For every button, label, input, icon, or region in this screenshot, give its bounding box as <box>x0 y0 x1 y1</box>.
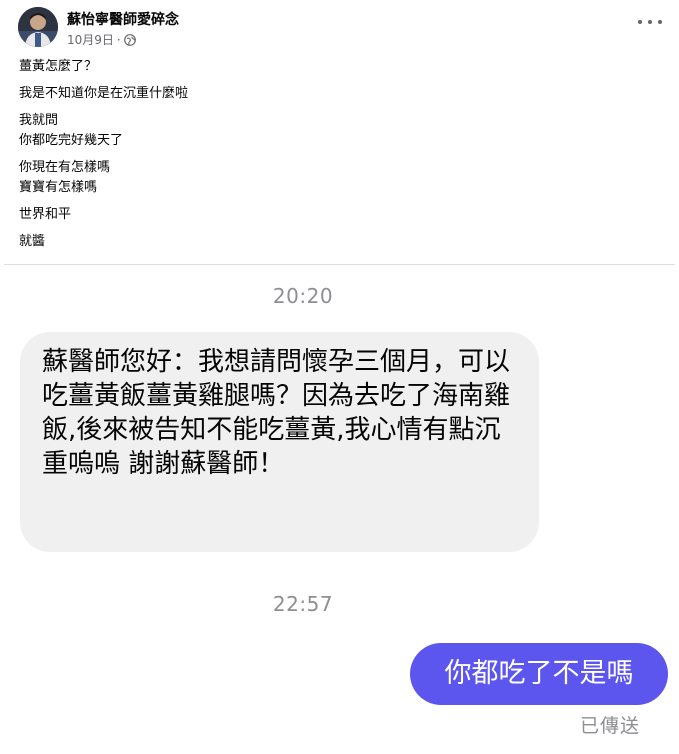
post-author-name[interactable]: 蘇怡寧醫師愛碎念 <box>67 9 179 29</box>
post-line: 就醬 <box>19 234 46 249</box>
post-date[interactable]: 10月9日 <box>67 31 114 48</box>
meta-separator: · <box>116 32 121 47</box>
chat-timestamp: 20:20 <box>272 284 334 308</box>
post-line: 你都吃完好幾天了 <box>19 133 124 148</box>
facebook-post: 蘇怡寧醫師愛碎念 10月9日 · 薑黃怎麼了？ 我是不知道你是在沉重什麼啦 我就… <box>4 0 675 265</box>
screenshot-page: 蘇怡寧醫師愛碎念 10月9日 · 薑黃怎麼了？ 我是不知道你是在沉重什麼啦 我就… <box>0 0 679 754</box>
outgoing-message-bubble: 你都吃了不是嗎 <box>410 643 668 705</box>
incoming-message-bubble: 蘇醫師您好：我想請問懷孕三個月，可以吃薑黃飯薑黃雞腿嗎？因為去吃了海南雞飯,後來… <box>20 332 539 552</box>
post-paragraph: 就醬 <box>19 232 663 252</box>
post-line: 你現在有怎樣嗎 <box>19 160 111 175</box>
post-paragraph: 我就問 你都吃完好幾天了 <box>19 111 663 151</box>
post-line: 世界和平 <box>19 207 72 222</box>
post-meta: 10月9日 · <box>67 31 136 48</box>
avatar-image <box>18 7 58 47</box>
post-paragraph: 我是不知道你是在沉重什麼啦 <box>19 84 663 104</box>
author-avatar[interactable] <box>18 7 58 47</box>
sent-status-label: 已傳送 <box>580 715 641 737</box>
post-line: 我是不知道你是在沉重什麼啦 <box>19 86 189 101</box>
post-paragraph: 薑黃怎麼了？ <box>19 57 663 77</box>
post-line: 薑黃怎麼了？ <box>19 59 98 74</box>
more-options-icon[interactable] <box>638 12 662 32</box>
chat-timestamp: 22:57 <box>272 592 334 616</box>
post-line: 寶寶有怎樣嗎 <box>19 180 98 195</box>
post-line: 我就問 <box>19 113 59 128</box>
post-paragraph: 世界和平 <box>19 205 663 225</box>
post-paragraph: 你現在有怎樣嗎 寶寶有怎樣嗎 <box>19 158 663 198</box>
post-body: 薑黃怎麼了？ 我是不知道你是在沉重什麼啦 我就問 你都吃完好幾天了 你現在有怎樣… <box>19 57 663 259</box>
globe-icon <box>123 33 136 46</box>
chat-screenshot: 20:20 蘇醫師您好：我想請問懷孕三個月，可以吃薑黃飯薑黃雞腿嗎？因為去吃了海… <box>0 265 679 754</box>
